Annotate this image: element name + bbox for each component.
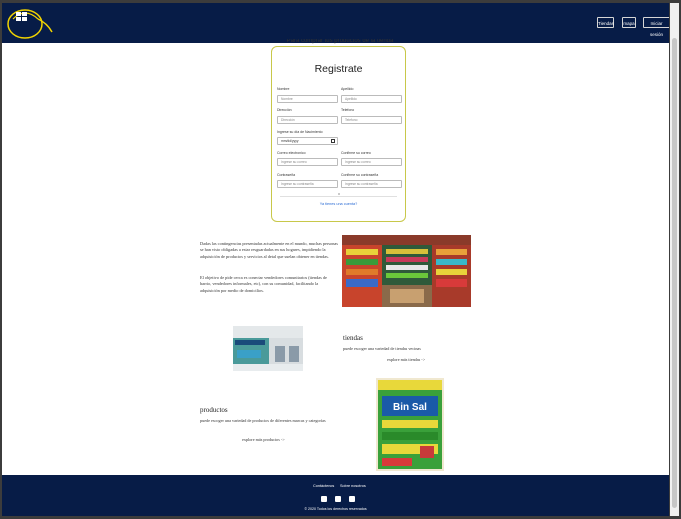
password-confirm-input[interactable]: Ingrese su contraseña (341, 180, 402, 188)
navbar: Tiendas mapa Iniciar sesión (2, 3, 669, 43)
tiendas-heading: tiendas (343, 334, 363, 342)
explore-tiendas-link[interactable]: explore más tiendas -> (387, 357, 425, 362)
birthdate-input[interactable]: mm/dd/yyyy (277, 137, 338, 145)
copyright-text: © 2020 Todos los derechos reservados (304, 507, 367, 511)
password-input[interactable]: Ingrese su contraseña (277, 180, 338, 188)
login-link[interactable]: Ya tienes una cuenta? (272, 202, 405, 206)
nav-button-tiendas[interactable]: Tiendas (597, 17, 614, 28)
form-divider (280, 196, 397, 197)
footer-link-about[interactable]: Sobre nosotros (340, 484, 366, 488)
password-confirm-label: Confirme su contraseña (341, 173, 379, 177)
name-input[interactable]: Nombre (277, 95, 338, 103)
address-input[interactable]: Dirección (277, 116, 338, 124)
product-image: Bin Sal (376, 378, 444, 471)
productos-description: puede escoger una variedad de productos … (200, 418, 326, 423)
email-confirm-label: Confirme su correo (341, 151, 371, 155)
email-confirm-input[interactable]: Ingrese su correo (341, 158, 402, 166)
phone-input[interactable]: Telefono (341, 116, 402, 124)
nav-button-mapa[interactable]: mapa (622, 17, 636, 28)
email-label: Correo electronico (277, 151, 306, 155)
footer-link-contact[interactable]: Contáctenos (313, 484, 334, 488)
calendar-icon[interactable] (331, 139, 335, 143)
tiendas-description: puede escoger una variedad de tiendas ve… (343, 346, 421, 351)
instagram-icon[interactable] (349, 496, 355, 508)
supermarket-image (233, 326, 303, 371)
scrollbar-thumb[interactable] (672, 38, 677, 508)
intro-paragraph-1: Dadas las contingencias presentadas actu… (200, 241, 338, 259)
form-title: Registrate (314, 63, 363, 75)
page: Tiendas mapa Iniciar sesión Para comprar… (2, 3, 669, 516)
explore-productos-link[interactable]: explore más productos -> (242, 437, 285, 442)
logo[interactable] (5, 5, 53, 41)
phone-label: Telefono (341, 108, 355, 112)
productos-heading: productos (200, 406, 228, 414)
address-label: Dirección (277, 108, 292, 112)
birthdate-value: mm/dd/yyyy (281, 139, 299, 143)
twitter-icon[interactable] (335, 496, 341, 508)
intro-paragraph-2: El objetivo de pide cerca es conectar ve… (200, 275, 327, 293)
store-interior-image (342, 235, 471, 307)
password-label: Contraseña (277, 173, 296, 177)
name-label: Nombre (277, 87, 290, 91)
email-input[interactable]: Ingrese su correo (277, 158, 338, 166)
youtube-icon[interactable] (321, 496, 327, 508)
nav-button-login[interactable]: Iniciar sesión (643, 17, 669, 37)
register-form: Registrate Nombre Nombre Apellido Apelli… (271, 46, 406, 222)
lastname-input[interactable]: Apellido (341, 95, 402, 103)
product-label: Bin Sal (393, 402, 427, 413)
submit-indicator[interactable] (338, 193, 340, 195)
footer: Contáctenos Sobre nosotros © 2020 Todos … (2, 475, 669, 516)
lastname-label: Apellido (341, 87, 354, 91)
birthdate-label: Ingrese su día de Nacimiento (277, 130, 323, 134)
